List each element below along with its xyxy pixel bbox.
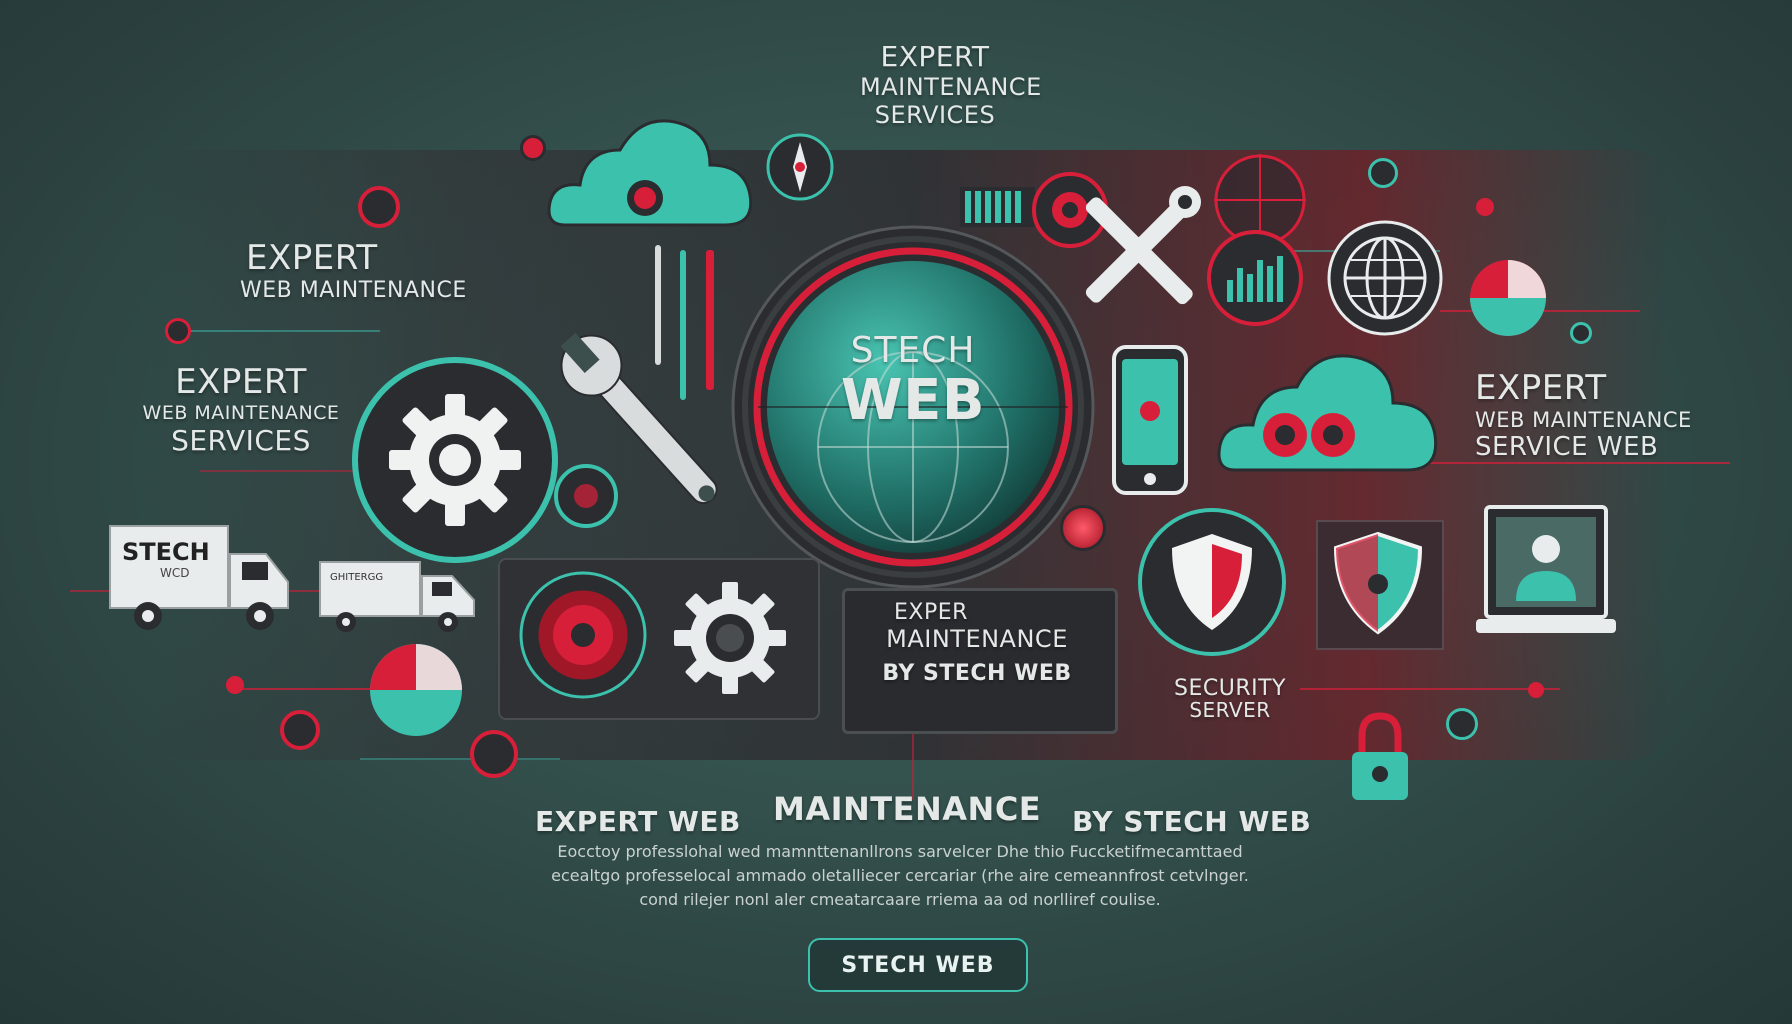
connector-line	[200, 470, 360, 472]
sphere-icon	[370, 644, 462, 736]
truck-sublabel: WCD	[160, 566, 190, 580]
chart-icon	[1207, 230, 1303, 326]
left-heading-1: EXPERT WEB MAINTENANCE	[240, 238, 467, 303]
bottom-title-left: EXPERT WEB	[535, 805, 741, 838]
center-badge-text: STECH WEB	[840, 330, 986, 433]
screwdriver-icon	[680, 250, 686, 400]
screwdriver-icon	[655, 245, 661, 365]
gear-icon	[352, 357, 558, 563]
bottom-title-right: BY STECH WEB	[1072, 805, 1312, 838]
dot-icon	[226, 676, 244, 694]
right-heading: EXPERT WEB MAINTENANCE SERVICE WEB	[1475, 368, 1692, 462]
bars-icon	[960, 187, 1035, 227]
dial-icon	[554, 464, 618, 528]
dot-icon	[520, 135, 546, 161]
shield-lock-icon	[1333, 531, 1423, 635]
laptop-user-icon	[1476, 505, 1616, 633]
compass-icon	[766, 133, 834, 201]
gear-icon	[674, 582, 786, 694]
tagline: Eocctoy professlohal wed mamnttenanllron…	[551, 842, 1249, 909]
knob-icon	[519, 571, 647, 699]
truck-label: STECH	[122, 538, 210, 566]
maintenance-panel-text: EXPER MAINTENANCE BY STECH WEB	[882, 600, 1072, 686]
cloud-gears-icon	[1217, 354, 1438, 472]
screwdriver-icon	[706, 250, 714, 390]
dot-icon	[1476, 198, 1494, 216]
top-center-heading: EXPERT MAINTENANCE SERVICES	[860, 40, 1042, 129]
padlock-icon	[1352, 712, 1408, 800]
connector-line	[360, 758, 560, 760]
left-heading-2: EXPERT WEB MAINTENANCE SERVICES	[142, 362, 340, 457]
cloud-icon	[547, 119, 753, 227]
security-server-text: SECURITY SERVER	[1174, 676, 1286, 722]
connector-line	[1400, 462, 1730, 464]
dot-icon	[280, 710, 320, 750]
connector-line	[180, 330, 380, 332]
connector-line	[1300, 688, 1560, 690]
dot-icon	[470, 730, 518, 778]
dot-icon	[1528, 682, 1544, 698]
dot-icon	[1570, 322, 1592, 344]
bottom-title-mid: MAINTENANCE	[773, 790, 1042, 828]
dot-icon	[1368, 158, 1398, 188]
truck-icon	[319, 561, 475, 632]
smartphone-icon	[1112, 345, 1188, 495]
dot-icon	[358, 186, 400, 228]
truck-label: GHITERGG	[330, 572, 384, 583]
cta-button[interactable]: STECH WEB	[808, 938, 1028, 992]
globe-icon	[1327, 220, 1443, 336]
shield-icon	[1138, 508, 1286, 656]
dot-icon	[165, 318, 191, 344]
dot-icon	[1446, 708, 1478, 740]
sphere-icon	[1470, 260, 1546, 336]
